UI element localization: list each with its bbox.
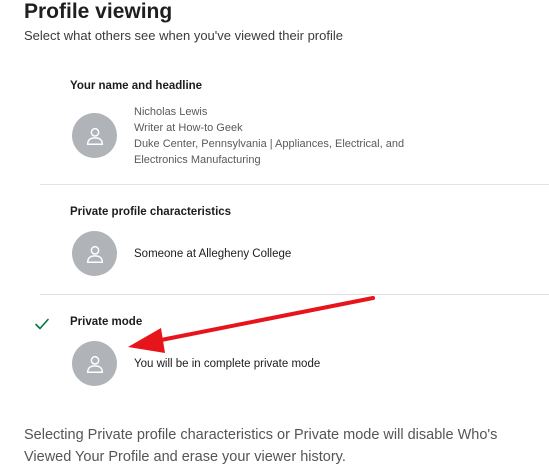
- avatar: [72, 341, 117, 386]
- option-name-and-headline[interactable]: Your name and headline Nicholas Lewis Wr…: [40, 66, 549, 184]
- option-description: Someone at Allegheny College: [134, 248, 292, 260]
- page-title: Profile viewing: [24, 0, 173, 23]
- option-heading: Private mode: [70, 316, 143, 328]
- page-subtitle: Select what others see when you've viewe…: [24, 28, 343, 43]
- option-description: You will be in complete private mode: [134, 358, 321, 370]
- person-silhouette-icon: [86, 245, 103, 263]
- divider: [40, 184, 549, 185]
- option-heading: Private profile characteristics: [70, 206, 232, 218]
- avatar: [72, 231, 117, 276]
- profile-name: Nicholas Lewis: [134, 106, 208, 118]
- person-silhouette-icon: [86, 127, 103, 145]
- divider: [40, 294, 549, 295]
- profile-location-industry: Duke Center, Pennsylvania | Appliances, …: [134, 138, 405, 150]
- option-private-characteristics[interactable]: Private profile characteristics Someone …: [40, 186, 549, 294]
- footer-note: Selecting Private profile characteristic…: [24, 427, 498, 465]
- profile-industry-cont: Electronics Manufacturing: [134, 154, 261, 166]
- option-private-mode[interactable]: Private mode You will be in complete pri…: [35, 296, 549, 396]
- option-heading: Your name and headline: [70, 80, 203, 92]
- profile-viewing-settings: Profile viewing Select what others see w…: [0, 0, 549, 472]
- checkmark-icon: [35, 318, 49, 330]
- profile-headline: Writer at How-to Geek: [134, 122, 243, 134]
- avatar: [72, 113, 117, 158]
- profile-details: Nicholas Lewis Writer at How-to Geek Duk…: [134, 104, 434, 168]
- person-silhouette-icon: [86, 355, 103, 373]
